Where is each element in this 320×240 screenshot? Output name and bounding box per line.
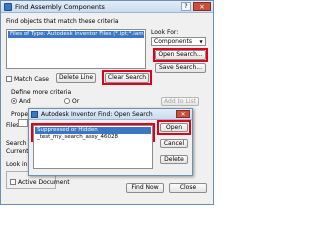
dialog-close-button[interactable]: ✕ xyxy=(176,110,190,118)
match-case-label: Match Case xyxy=(14,76,49,83)
saved-search-item[interactable]: Suppressed or Hidden xyxy=(35,127,151,134)
and-radio[interactable] xyxy=(11,98,17,104)
dialog-delete-button[interactable]: Delete xyxy=(160,155,188,164)
close-window-button[interactable]: ✕ xyxy=(193,2,211,11)
chevron-down-icon: ▼ xyxy=(199,39,203,44)
find-now-button[interactable]: Find Now xyxy=(126,183,164,193)
match-case-checkbox[interactable] xyxy=(6,76,12,82)
open-search-dialog: Autodesk Inventor Find: Open Search ✕ Su… xyxy=(28,108,193,176)
or-radio[interactable] xyxy=(64,98,70,104)
criteria-heading: Find objects that match these criteria xyxy=(6,18,119,25)
property-field[interactable] xyxy=(18,119,28,127)
criteria-row[interactable]: Files of Type: Autodesk Inventor Files (… xyxy=(8,31,144,38)
active-document-label: Active Document xyxy=(18,179,70,186)
app-icon xyxy=(31,111,38,118)
dialog-open-button[interactable]: Open xyxy=(160,123,188,132)
dialog-cancel-button[interactable]: Cancel xyxy=(160,139,188,148)
close-button[interactable]: Close xyxy=(169,183,207,193)
help-button[interactable]: ? xyxy=(181,2,191,11)
look-for-value: Components xyxy=(154,38,192,45)
criteria-list[interactable]: Files of Type: Autodesk Inventor Files (… xyxy=(6,29,146,69)
look-in-label: Look in: xyxy=(6,161,30,168)
and-label: And xyxy=(19,98,31,105)
save-search-button[interactable]: Save Search... xyxy=(155,63,206,73)
dialog-title: Autodesk Inventor Find: Open Search xyxy=(41,111,153,118)
clear-search-button[interactable]: Clear Search xyxy=(105,73,149,83)
look-for-label: Look For: xyxy=(151,29,179,36)
look-for-dropdown[interactable]: Components ▼ xyxy=(151,37,206,46)
window-title: Find Assembly Components xyxy=(15,3,105,11)
active-document-checkbox[interactable] xyxy=(10,179,16,185)
add-to-list-button[interactable]: Add to List xyxy=(161,97,199,106)
open-search-button[interactable]: Open Search... xyxy=(155,50,206,60)
app-icon xyxy=(4,3,12,11)
saved-search-item[interactable]: _test_my_search_assy_46028 xyxy=(35,134,151,141)
define-more-label: Define more criteria xyxy=(11,89,72,96)
or-label: Or xyxy=(72,98,80,105)
dialog-title-bar: Autodesk Inventor Find: Open Search ✕ xyxy=(29,109,192,120)
saved-search-list[interactable]: Suppressed or Hidden _test_my_search_ass… xyxy=(33,125,153,169)
delete-line-button[interactable]: Delete Line xyxy=(56,73,96,83)
title-bar: Find Assembly Components ? ✕ xyxy=(1,1,213,13)
